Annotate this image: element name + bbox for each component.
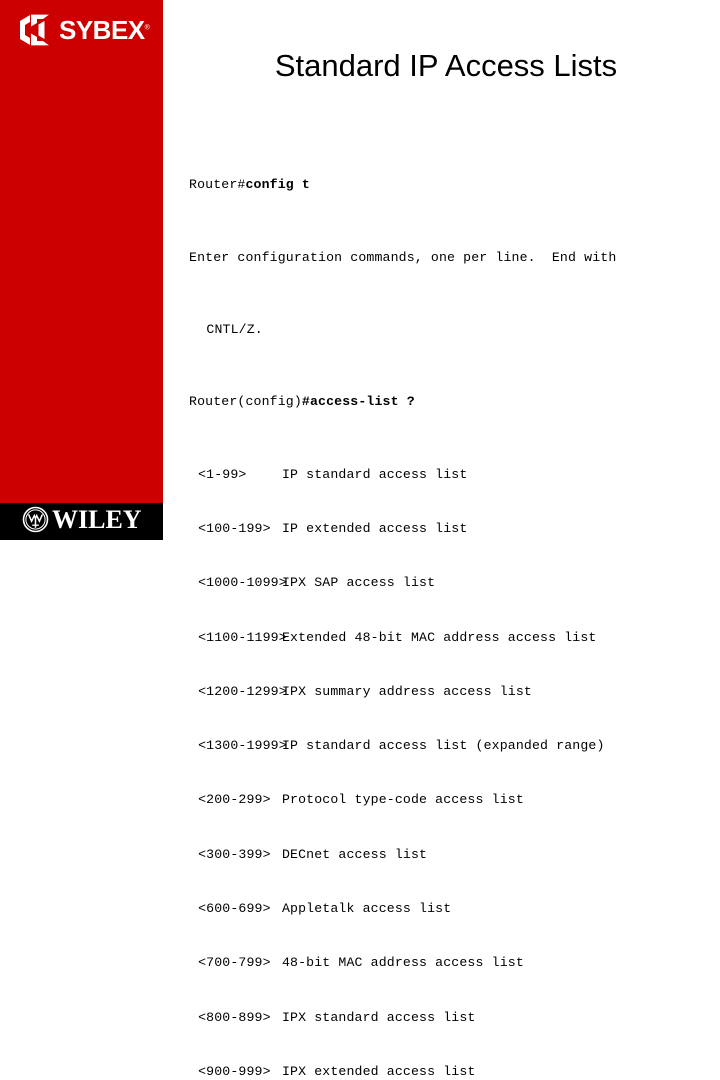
access-list-range: <1300-1999> <box>198 738 287 754</box>
slide: SYBEX® WILEY Standard IP Access Lists Ro… <box>0 0 720 1079</box>
access-list-description: Protocol type-code access list <box>281 792 524 808</box>
access-list-description: IP standard access list <box>281 466 468 482</box>
console-prompt-router-config: Router(config) <box>189 394 302 410</box>
access-list-range: <300-399> <box>198 846 271 862</box>
console-line-config-t: Router#config t <box>189 176 709 194</box>
access-list-range: <700-799> <box>198 955 271 971</box>
sybex-logo: SYBEX® <box>18 14 150 46</box>
access-list-range: <600-699> <box>198 901 271 917</box>
access-list-description: IPX SAP access list <box>281 575 436 591</box>
console-line-cntl-z: CNTL/Z. <box>206 322 263 338</box>
console-output: Router#config t Enter configuration comm… <box>189 122 709 1080</box>
sybex-wordmark: SYBEX® <box>59 15 150 45</box>
access-list-description: IPX summary address access list <box>281 683 532 699</box>
access-list-entry: <600-699> Appletalk access list <box>189 900 709 918</box>
access-list-range: <200-299> <box>198 792 271 808</box>
console-prompt-router: Router# <box>189 177 246 193</box>
access-list-entry: <700-799> 48-bit MAC address access list <box>189 954 709 972</box>
access-list-entry: <1-99> IP standard access list <box>189 466 709 484</box>
access-list-entry: <1100-1199>Extended 48-bit MAC address a… <box>189 629 709 647</box>
access-list-description: IPX standard access list <box>281 1009 476 1025</box>
wiley-monogram-icon <box>22 506 49 533</box>
access-list-entry: <1300-1999>IP standard access list (expa… <box>189 737 709 755</box>
wiley-logo: WILEY <box>22 506 142 533</box>
access-list-description: 48-bit MAC address access list <box>281 955 524 971</box>
page-title: Standard IP Access Lists <box>274 48 618 83</box>
wiley-wordmark: WILEY <box>52 504 142 534</box>
access-list-entry: <200-299> Protocol type-code access list <box>189 791 709 809</box>
access-list-range: <100-199> <box>198 521 271 537</box>
console-command-access-list: #access-list ? <box>301 394 415 410</box>
access-list-entry: <1000-1099>IPX SAP access list <box>189 574 709 592</box>
access-list-range: <800-899> <box>198 1009 271 1025</box>
sybex-cube-icon <box>18 14 52 46</box>
access-list-range: <1100-1199> <box>198 629 287 645</box>
access-list-range: <1-99> <box>198 466 247 482</box>
sybex-trademark-icon: ® <box>144 24 150 32</box>
access-list-range: <1000-1099> <box>198 575 287 591</box>
access-list-description: IP standard access list (expanded range) <box>281 738 605 754</box>
left-red-sidebar <box>0 0 163 503</box>
console-line-enter-config: Enter configuration commands, one per li… <box>189 249 617 265</box>
console-command-config-t: config t <box>245 177 310 193</box>
access-list-description: IPX extended access list <box>281 1063 476 1079</box>
access-list-entry: <1200-1299>IPX summary address access li… <box>189 683 709 701</box>
access-list-entry: <300-399> DECnet access list <box>189 846 709 864</box>
access-list-entry: <900-999> IPX extended access list <box>189 1063 709 1080</box>
access-list-entry: <800-899> IPX standard access list <box>189 1009 709 1027</box>
access-list-description: IP extended access list <box>281 521 468 537</box>
access-list-description: Appletalk access list <box>281 901 452 917</box>
access-list-description: Extended 48-bit MAC address access list <box>281 629 597 645</box>
access-list-description: DECnet access list <box>281 846 428 862</box>
access-list-range: <1200-1299> <box>198 683 287 699</box>
access-list-entry: <100-199> IP extended access list <box>189 520 709 538</box>
access-list-range: <900-999> <box>198 1063 271 1079</box>
console-line-access-list-query: Router(config)#access-list ? <box>189 393 709 411</box>
